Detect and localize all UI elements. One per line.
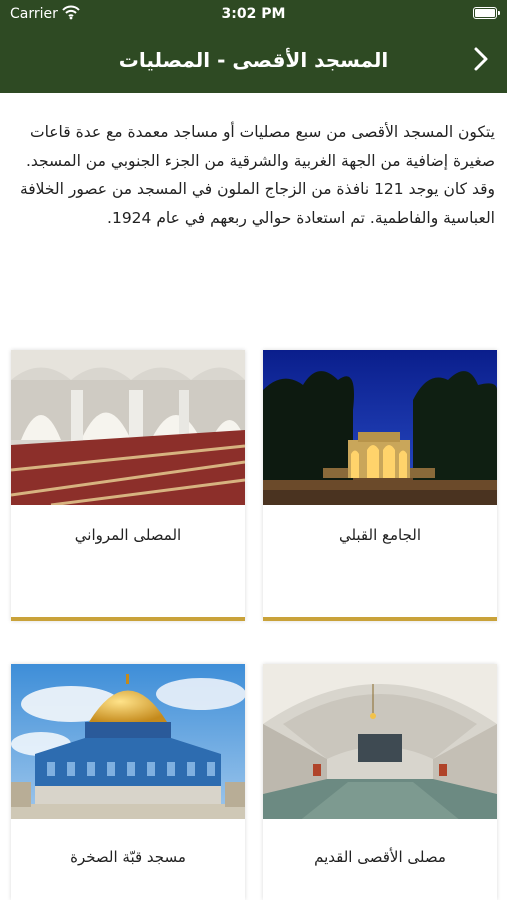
old-aqsa-hall-photo	[263, 664, 497, 819]
card-accent-bar	[11, 617, 245, 621]
battery-icon	[473, 7, 500, 19]
card-accent-bar	[263, 617, 497, 621]
card-label: مسجد قبّة الصخرة	[70, 848, 186, 866]
marwani-hall-photo	[11, 350, 245, 505]
page-title: المسجد الأقصى - المصليات	[118, 48, 389, 72]
chevron-right-icon[interactable]	[469, 44, 493, 74]
card-dome-of-the-rock[interactable]: مسجد قبّة الصخرة	[11, 664, 245, 900]
card-label: مصلى الأقصى القديم	[314, 848, 446, 866]
qibli-mosque-photo	[263, 350, 497, 505]
card-marwani-hall[interactable]: المصلى المرواني	[11, 350, 245, 621]
card-old-aqsa-hall[interactable]: مصلى الأقصى القديم	[263, 664, 497, 900]
card-label: المصلى المرواني	[74, 526, 182, 544]
clock: 3:02 PM	[221, 6, 286, 22]
navigation-bar: المسجد الأقصى - المصليات	[0, 28, 507, 93]
dome-of-the-rock-photo	[11, 664, 245, 819]
card-qibli-mosque[interactable]: الجامع القبلي	[263, 350, 497, 621]
status-bar: Carrier 3:02 PM	[0, 0, 507, 28]
intro-paragraph: يتكون المسجد الأقصى من سبع مصليات أو مسا…	[19, 123, 495, 227]
card-label: الجامع القبلي	[338, 526, 422, 544]
